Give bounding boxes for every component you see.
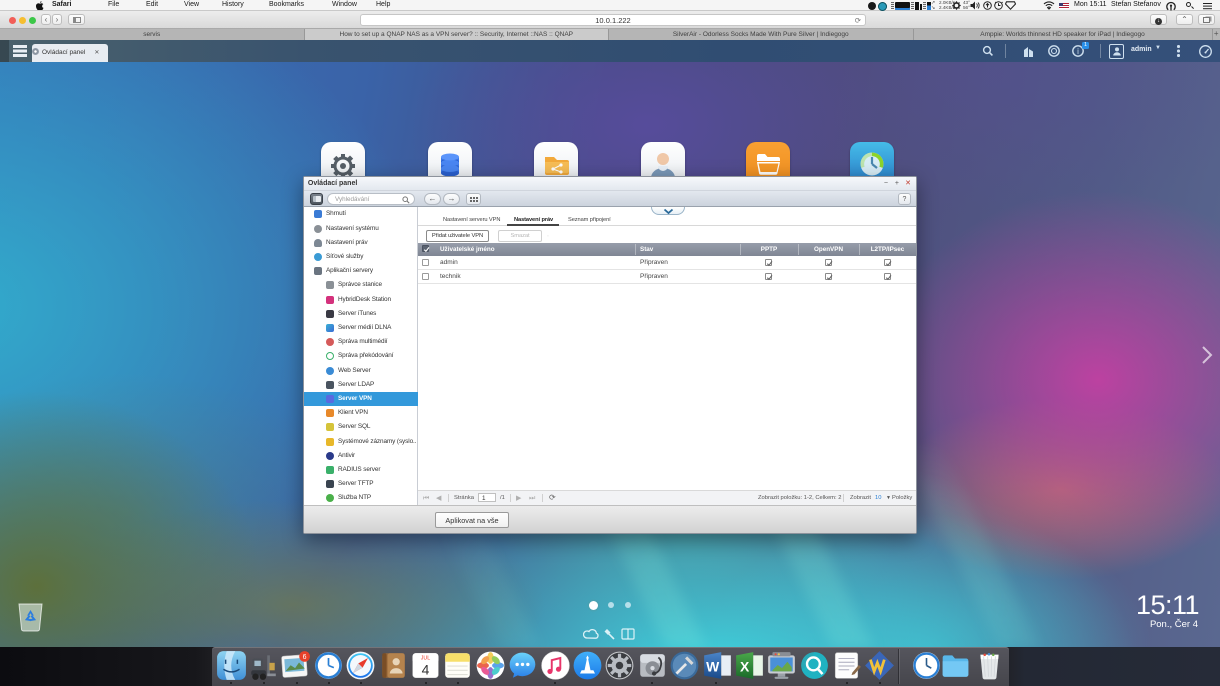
svg-text:X: X bbox=[740, 658, 750, 674]
svg-text:W: W bbox=[706, 658, 720, 674]
svg-text:i: i bbox=[1077, 47, 1079, 56]
svg-text:6: 6 bbox=[303, 653, 307, 660]
svg-text:4: 4 bbox=[422, 661, 430, 677]
